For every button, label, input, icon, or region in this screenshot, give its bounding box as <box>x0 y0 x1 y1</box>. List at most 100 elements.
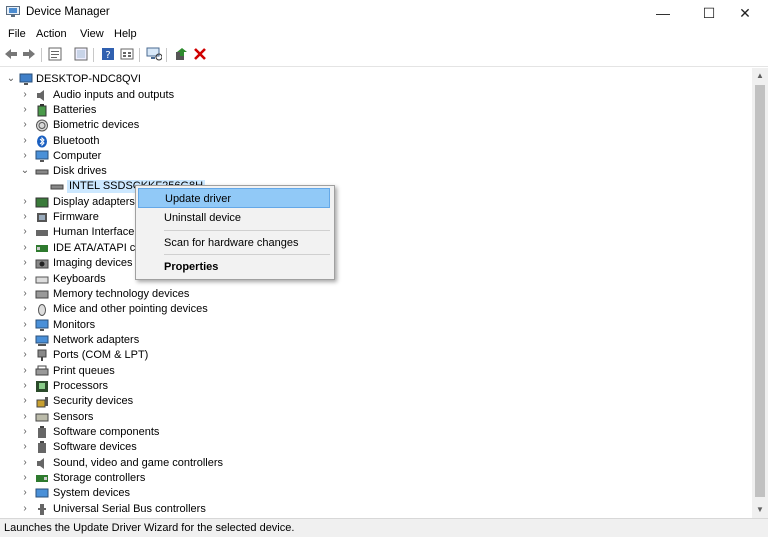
chevron-right-icon[interactable]: › <box>20 303 30 315</box>
chevron-right-icon[interactable]: › <box>20 319 30 331</box>
update-driver-menu-item[interactable]: Update driver <box>138 188 330 208</box>
chevron-right-icon[interactable]: › <box>20 441 30 453</box>
minimize-icon: — <box>656 5 670 21</box>
tree-item-usb[interactable]: › Universal Serial Bus controllers <box>0 502 740 517</box>
sensor-icon <box>35 411 49 424</box>
vertical-scrollbar[interactable]: ▲ ▼ <box>752 68 768 518</box>
tree-item-display-adapters[interactable]: › Display adapters <box>0 195 740 210</box>
scroll-up-icon[interactable]: ▲ <box>752 68 768 84</box>
chevron-right-icon[interactable]: › <box>20 150 30 162</box>
show-hidden-icon <box>74 47 88 64</box>
chevron-right-icon[interactable]: › <box>20 457 30 469</box>
tree-item-label: Universal Serial Bus controllers <box>53 503 206 515</box>
chevron-right-icon[interactable]: › <box>20 196 30 208</box>
tree-item-processors[interactable]: › Processors <box>0 379 740 394</box>
minimize-button[interactable]: — <box>640 0 686 26</box>
chevron-down-icon[interactable]: ⌄ <box>20 165 30 177</box>
chevron-right-icon[interactable]: › <box>20 426 30 438</box>
chevron-right-icon[interactable]: › <box>20 242 30 254</box>
tree-item-memory[interactable]: › Memory technology devices <box>0 287 740 302</box>
chevron-right-icon[interactable]: › <box>20 273 30 285</box>
scan-hardware-menu-item[interactable]: Scan for hardware changes <box>138 233 330 253</box>
scan-hardware-button[interactable] <box>146 47 163 63</box>
tree-item-label: Software components <box>53 426 160 438</box>
chevron-right-icon[interactable]: › <box>20 89 30 101</box>
tree-item-sound[interactable]: › Sound, video and game controllers <box>0 456 740 471</box>
chevron-right-icon[interactable]: › <box>20 472 30 484</box>
tree-item-network[interactable]: › Network adapters <box>0 333 740 348</box>
title-bar: Device Manager — ☐ ✕ <box>0 0 768 26</box>
view-button[interactable] <box>119 47 135 63</box>
uninstall-button[interactable] <box>192 47 208 63</box>
tree-item-ide[interactable]: › IDE ATA/ATAPI cor <box>0 241 740 256</box>
menu-action[interactable]: Action <box>36 28 67 40</box>
help-button[interactable]: ? <box>100 47 116 63</box>
chevron-right-icon[interactable]: › <box>20 288 30 300</box>
tree-item-intel-ssd[interactable]: INTEL SSDSCKKF256G8H <box>0 179 740 194</box>
tree-item-bluetooth[interactable]: › Bluetooth <box>0 134 740 149</box>
tree-item-sensors[interactable]: › Sensors <box>0 410 740 425</box>
window-title: Device Manager <box>26 6 110 18</box>
scroll-down-icon[interactable]: ▼ <box>752 502 768 518</box>
chevron-right-icon[interactable]: › <box>20 257 30 269</box>
tree-item-hid[interactable]: › Human Interface D <box>0 225 740 240</box>
chevron-right-icon[interactable]: › <box>20 119 30 131</box>
chevron-right-icon[interactable]: › <box>20 487 30 499</box>
tree-item-audio[interactable]: › Audio inputs and outputs <box>0 88 740 103</box>
chevron-right-icon[interactable]: › <box>20 135 30 147</box>
uninstall-device-menu-item[interactable]: Uninstall device <box>138 208 330 228</box>
close-button[interactable]: ✕ <box>722 0 768 26</box>
chevron-right-icon[interactable]: › <box>20 226 30 238</box>
menu-separator <box>164 254 330 255</box>
show-hidden-button[interactable] <box>73 47 89 63</box>
tree-item-security[interactable]: › Security devices <box>0 394 740 409</box>
properties-button[interactable] <box>47 47 63 63</box>
firmware-icon <box>35 211 49 224</box>
properties-menu-item[interactable]: Properties <box>138 257 330 277</box>
chevron-down-icon[interactable]: ⌄ <box>6 73 16 85</box>
menu-view[interactable]: View <box>80 28 104 40</box>
scrollbar-thumb[interactable] <box>755 85 765 497</box>
tree-item-software-components[interactable]: › Software components <box>0 425 740 440</box>
chevron-right-icon[interactable]: › <box>20 503 30 515</box>
port-icon <box>35 349 49 362</box>
chevron-right-icon[interactable]: › <box>20 380 30 392</box>
tree-item-computer[interactable]: › Computer <box>0 149 740 164</box>
tree-item-label: Sound, video and game controllers <box>53 457 223 469</box>
tree-item-system[interactable]: › System devices <box>0 486 740 501</box>
menu-help[interactable]: Help <box>114 28 137 40</box>
tree-item-mice[interactable]: › Mice and other pointing devices <box>0 302 740 317</box>
chevron-right-icon[interactable]: › <box>20 334 30 346</box>
tree-item-monitors[interactable]: › Monitors <box>0 318 740 333</box>
tree-item-software-devices[interactable]: › Software devices <box>0 440 740 455</box>
chevron-right-icon[interactable]: › <box>20 395 30 407</box>
tree-item-keyboards[interactable]: › Keyboards <box>0 272 740 287</box>
tree-item-label: Sensors <box>53 411 94 423</box>
tree-item-firmware[interactable]: › Firmware <box>0 210 740 225</box>
forward-button[interactable] <box>21 47 37 63</box>
camera-icon <box>35 257 49 270</box>
back-button[interactable] <box>3 47 19 63</box>
tree-item-batteries[interactable]: › Batteries <box>0 103 740 118</box>
tree-item-print-queues[interactable]: › Print queues <box>0 364 740 379</box>
tree-item-imaging[interactable]: › Imaging devices <box>0 256 740 271</box>
chevron-right-icon[interactable]: › <box>20 365 30 377</box>
disk-drive-icon <box>50 180 64 193</box>
tree-root[interactable]: ⌄ DESKTOP-NDC8QVI <box>0 72 740 87</box>
fingerprint-icon <box>35 119 49 132</box>
tree-item-disk-drives[interactable]: ⌄ Disk drives <box>0 164 740 179</box>
tree-item-label: IDE ATA/ATAPI cor <box>53 242 146 254</box>
chevron-right-icon[interactable]: › <box>20 104 30 116</box>
chevron-right-icon[interactable]: › <box>20 411 30 423</box>
tree-item-ports[interactable]: › Ports (COM & LPT) <box>0 348 740 363</box>
device-manager-icon <box>6 6 20 18</box>
chevron-right-icon[interactable]: › <box>20 211 30 223</box>
tree-item-biometric[interactable]: › Biometric devices <box>0 118 740 133</box>
speaker-icon <box>35 89 49 102</box>
menu-file[interactable]: File <box>8 28 26 40</box>
chevron-right-icon[interactable]: › <box>20 349 30 361</box>
update-driver-button[interactable] <box>173 47 189 63</box>
mouse-icon <box>35 303 49 316</box>
tree-item-storage[interactable]: › Storage controllers <box>0 471 740 486</box>
tree-item-label: Bluetooth <box>53 135 100 147</box>
